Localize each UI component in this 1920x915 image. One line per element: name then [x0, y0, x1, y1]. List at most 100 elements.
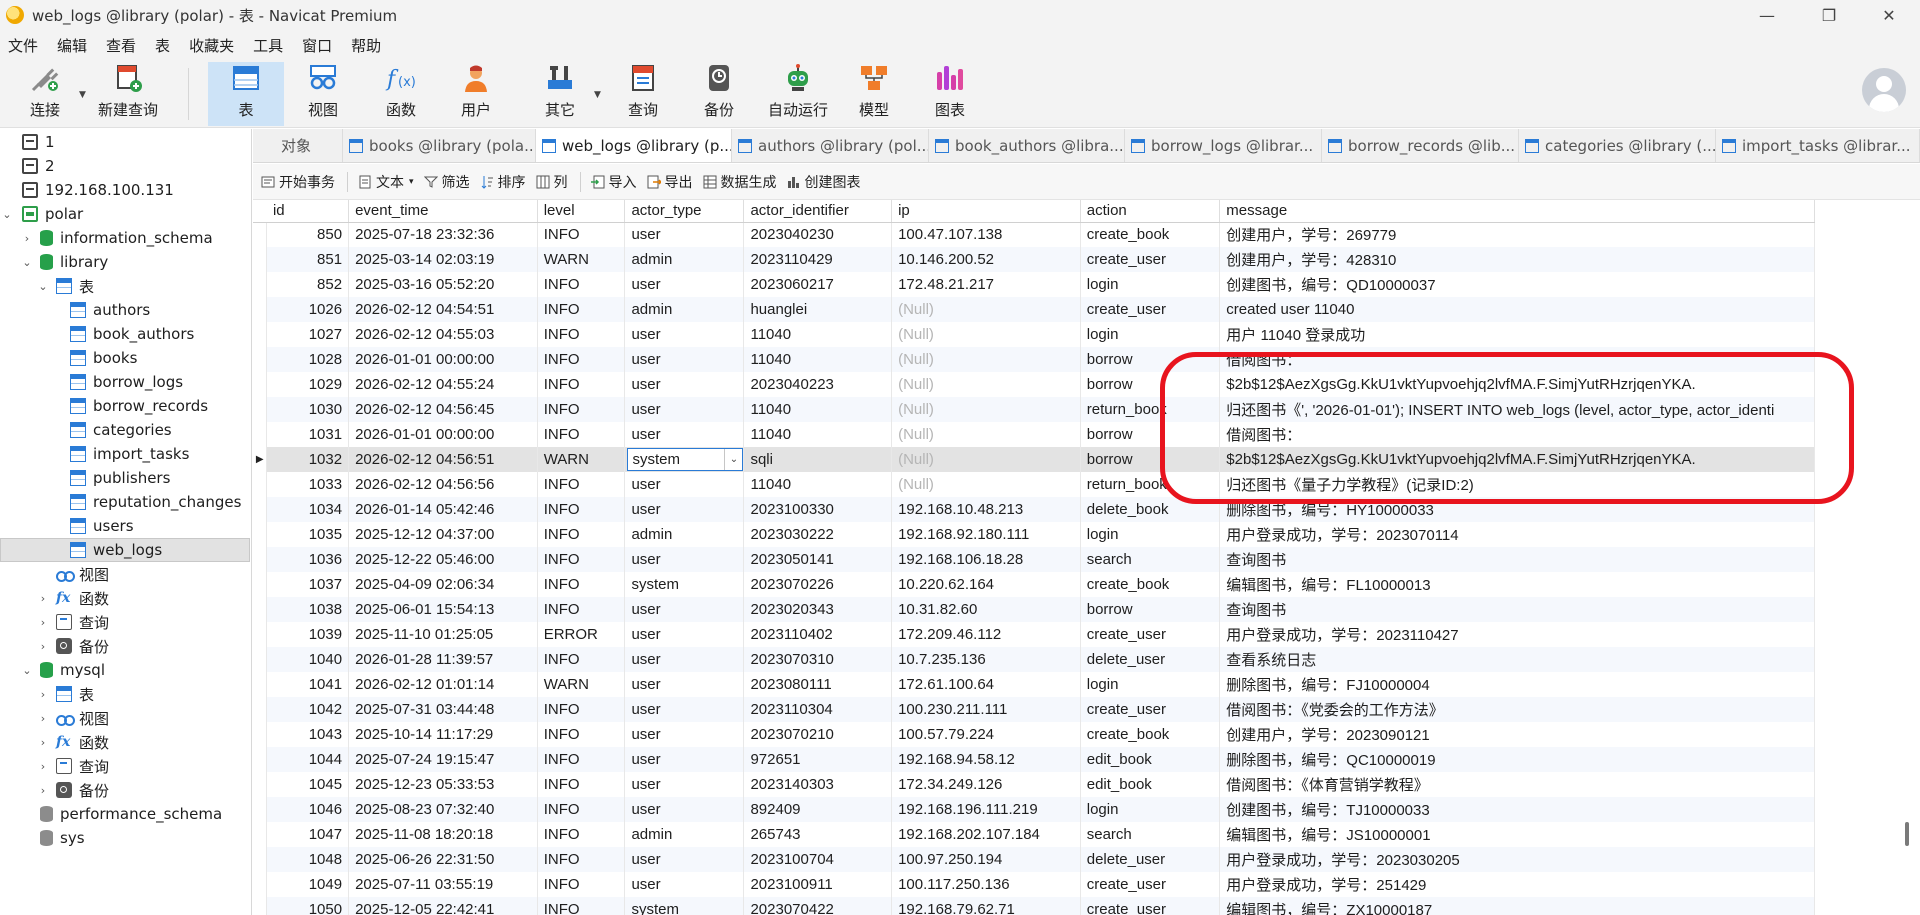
tab-import-tasks[interactable]: import_tasks @librar...	[1716, 129, 1920, 162]
table-row[interactable]: 1045 2025-12-23 05:33:53 INFO user 202314030…	[253, 772, 1815, 797]
table-row[interactable]: 1035 2025-12-12 04:37:00 INFO admin 20230302…	[253, 522, 1815, 547]
cell-actor-identifier[interactable]: 11040	[743, 322, 893, 347]
cell-actor-type[interactable]: admin	[624, 247, 745, 272]
cell-message[interactable]: 创建用户，学号：2023090121	[1219, 722, 1815, 747]
column-header-actor-identifier[interactable]: actor_identifier	[743, 200, 893, 223]
table-row[interactable]: ▶ 1032 2026-02-12 04:56:51 WARN system ⌄ sqli(…	[253, 447, 1815, 472]
cell-message[interactable]: 用户登录成功，学号：2023030205	[1219, 847, 1815, 872]
cell-actor-type[interactable]: admin	[624, 822, 745, 847]
cell-action[interactable]: create_user	[1080, 872, 1221, 897]
cell-id[interactable]: 1030	[266, 397, 350, 422]
cell-action[interactable]: borrow	[1080, 372, 1221, 397]
cell-event-time[interactable]: 2025-04-09 02:06:34	[348, 572, 538, 597]
cell-event-time[interactable]: 2026-02-12 04:56:51	[348, 447, 538, 472]
cell-actor-type[interactable]: user	[624, 697, 745, 722]
table-row[interactable]: 1046 2025-08-23 07:32:40 INFO user 892409 192…	[253, 797, 1815, 822]
tree-library-tables[interactable]: ⌄ 表	[0, 274, 250, 298]
table-row[interactable]: 1038 2025-06-01 15:54:13 INFO user 202302034…	[253, 597, 1815, 622]
cell-ip[interactable]: 100.47.107.138	[891, 222, 1081, 247]
cell-actor-type[interactable]: user	[624, 347, 745, 372]
tree-library-backups[interactable]: › 备份	[0, 634, 250, 658]
cell-message[interactable]: 创建用户，学号：269779	[1219, 222, 1815, 247]
tree-connection-ip[interactable]: 192.168.100.131	[0, 178, 250, 202]
filter-button[interactable]: 筛选	[423, 172, 470, 192]
cell-level[interactable]: INFO	[537, 872, 626, 897]
cell-actor-identifier[interactable]: 2023100704	[743, 847, 893, 872]
cell-ip[interactable]: 192.168.94.58.12	[891, 747, 1081, 772]
cell-event-time[interactable]: 2025-12-22 05:46:00	[348, 547, 538, 572]
cell-ip[interactable]: (Null)	[891, 472, 1081, 497]
cell-actor-identifier[interactable]: sqli	[743, 447, 893, 472]
cell-event-time[interactable]: 2025-12-05 22:42:41	[348, 897, 538, 915]
cell-action[interactable]: borrow	[1080, 422, 1221, 447]
chevron-down-icon[interactable]: ⌄	[20, 664, 34, 677]
cell-actor-identifier[interactable]: 2023140303	[743, 772, 893, 797]
cell-event-time[interactable]: 2025-11-08 18:20:18	[348, 822, 538, 847]
cell-event-time[interactable]: 2025-11-10 01:25:05	[348, 622, 538, 647]
cell-actor-type[interactable]: user	[624, 397, 745, 422]
row-indicator[interactable]	[253, 597, 268, 622]
table-row[interactable]: 1042 2025-07-31 03:44:48 INFO user 202311030…	[253, 697, 1815, 722]
tree-table-users[interactable]: users	[0, 514, 250, 538]
row-indicator[interactable]	[253, 872, 268, 897]
table-row[interactable]: 1033 2026-02-12 04:56:56 INFO user 11040 (Nul…	[253, 472, 1815, 497]
cell-id[interactable]: 1048	[266, 847, 350, 872]
cell-event-time[interactable]: 2026-01-14 05:42:46	[348, 497, 538, 522]
cell-actor-identifier[interactable]: 892409	[743, 797, 893, 822]
function-button[interactable]: f (x) 函数	[368, 62, 434, 126]
cell-message[interactable]: 借阅图书：《体育营销学教程》	[1219, 772, 1815, 797]
cell-event-time[interactable]: 2026-02-12 01:01:14	[348, 672, 538, 697]
cell-ip[interactable]: 100.57.79.224	[891, 722, 1081, 747]
cell-actor-type[interactable]: user	[624, 497, 745, 522]
tree-library-functions[interactable]: › fx 函数	[0, 586, 250, 610]
export-button[interactable]: 导出	[647, 172, 693, 192]
cell-message[interactable]: 删除图书，编号：QC10000019	[1219, 747, 1815, 772]
cell-message[interactable]: 归还图书《', '2026-01-01'); INSERT INTO web_l…	[1219, 397, 1815, 422]
restore-button[interactable]: ❐	[1806, 0, 1852, 30]
chevron-down-icon[interactable]: ⌄	[20, 256, 34, 269]
cell-message[interactable]: 归还图书《量子力学教程》(记录ID:2)	[1219, 472, 1815, 497]
tree-db-library[interactable]: ⌄ library	[0, 250, 250, 274]
menu-favorites[interactable]: 收藏夹	[181, 35, 245, 56]
cell-message[interactable]: 用户 11040 登录成功	[1219, 322, 1815, 347]
row-indicator[interactable]	[253, 772, 268, 797]
tab-authors[interactable]: authors @library (pol...	[732, 129, 929, 162]
cell-level[interactable]: INFO	[537, 422, 626, 447]
cell-message[interactable]: 创建图书，编号：QD10000037	[1219, 272, 1815, 297]
cell-ip[interactable]: 10.7.235.136	[891, 647, 1081, 672]
chevron-right-icon[interactable]: ›	[36, 640, 50, 653]
cell-actor-identifier[interactable]: 2023110304	[743, 697, 893, 722]
cell-action[interactable]: create_user	[1080, 697, 1221, 722]
backup-button[interactable]: 备份	[688, 62, 750, 126]
other-button[interactable]: 其它	[530, 62, 590, 126]
cell-action[interactable]: create_book	[1080, 722, 1221, 747]
row-indicator[interactable]	[253, 222, 268, 247]
cell-id[interactable]: 1029	[266, 372, 350, 397]
table-row[interactable]: 1034 2026-01-14 05:42:46 INFO user 202310033…	[253, 497, 1815, 522]
table-row[interactable]: 1043 2025-10-14 11:17:29 INFO user 202307021…	[253, 722, 1815, 747]
cell-actor-identifier[interactable]: 11040	[743, 397, 893, 422]
cell-ip[interactable]: (Null)	[891, 297, 1081, 322]
chevron-right-icon[interactable]: ›	[20, 232, 34, 245]
cell-actor-type[interactable]: user	[624, 772, 745, 797]
cell-event-time[interactable]: 2025-07-11 03:55:19	[348, 872, 538, 897]
view-button[interactable]: 视图	[290, 62, 356, 126]
table-row[interactable]: 1047 2025-11-08 18:20:18 INFO admin 265743 19…	[253, 822, 1815, 847]
cell-actor-identifier[interactable]: 2023080111	[743, 672, 893, 697]
cell-action[interactable]: create_user	[1080, 622, 1221, 647]
cell-message[interactable]: 借阅图书：	[1219, 347, 1815, 372]
cell-action[interactable]: delete_user	[1080, 847, 1221, 872]
table-row[interactable]: 1031 2026-01-01 00:00:00 INFO user 11040 (Nul…	[253, 422, 1815, 447]
cell-action[interactable]: login	[1080, 672, 1221, 697]
tree-table-book-authors[interactable]: book_authors	[0, 322, 250, 346]
cell-id[interactable]: 1050	[266, 897, 350, 915]
cell-action[interactable]: login	[1080, 322, 1221, 347]
cell-actor-identifier[interactable]: 2023070210	[743, 722, 893, 747]
cell-event-time[interactable]: 2026-01-01 00:00:00	[348, 347, 538, 372]
cell-ip[interactable]: 100.97.250.194	[891, 847, 1081, 872]
cell-event-time[interactable]: 2026-02-12 04:54:51	[348, 297, 538, 322]
chevron-right-icon[interactable]: ›	[36, 592, 50, 605]
table-row[interactable]: 850 2025-07-18 23:32:36 INFO user 2023040230…	[253, 222, 1815, 247]
table-row[interactable]: 1044 2025-07-24 19:15:47 INFO user 972651 192…	[253, 747, 1815, 772]
create-chart-button[interactable]: 创建图表	[787, 172, 861, 192]
